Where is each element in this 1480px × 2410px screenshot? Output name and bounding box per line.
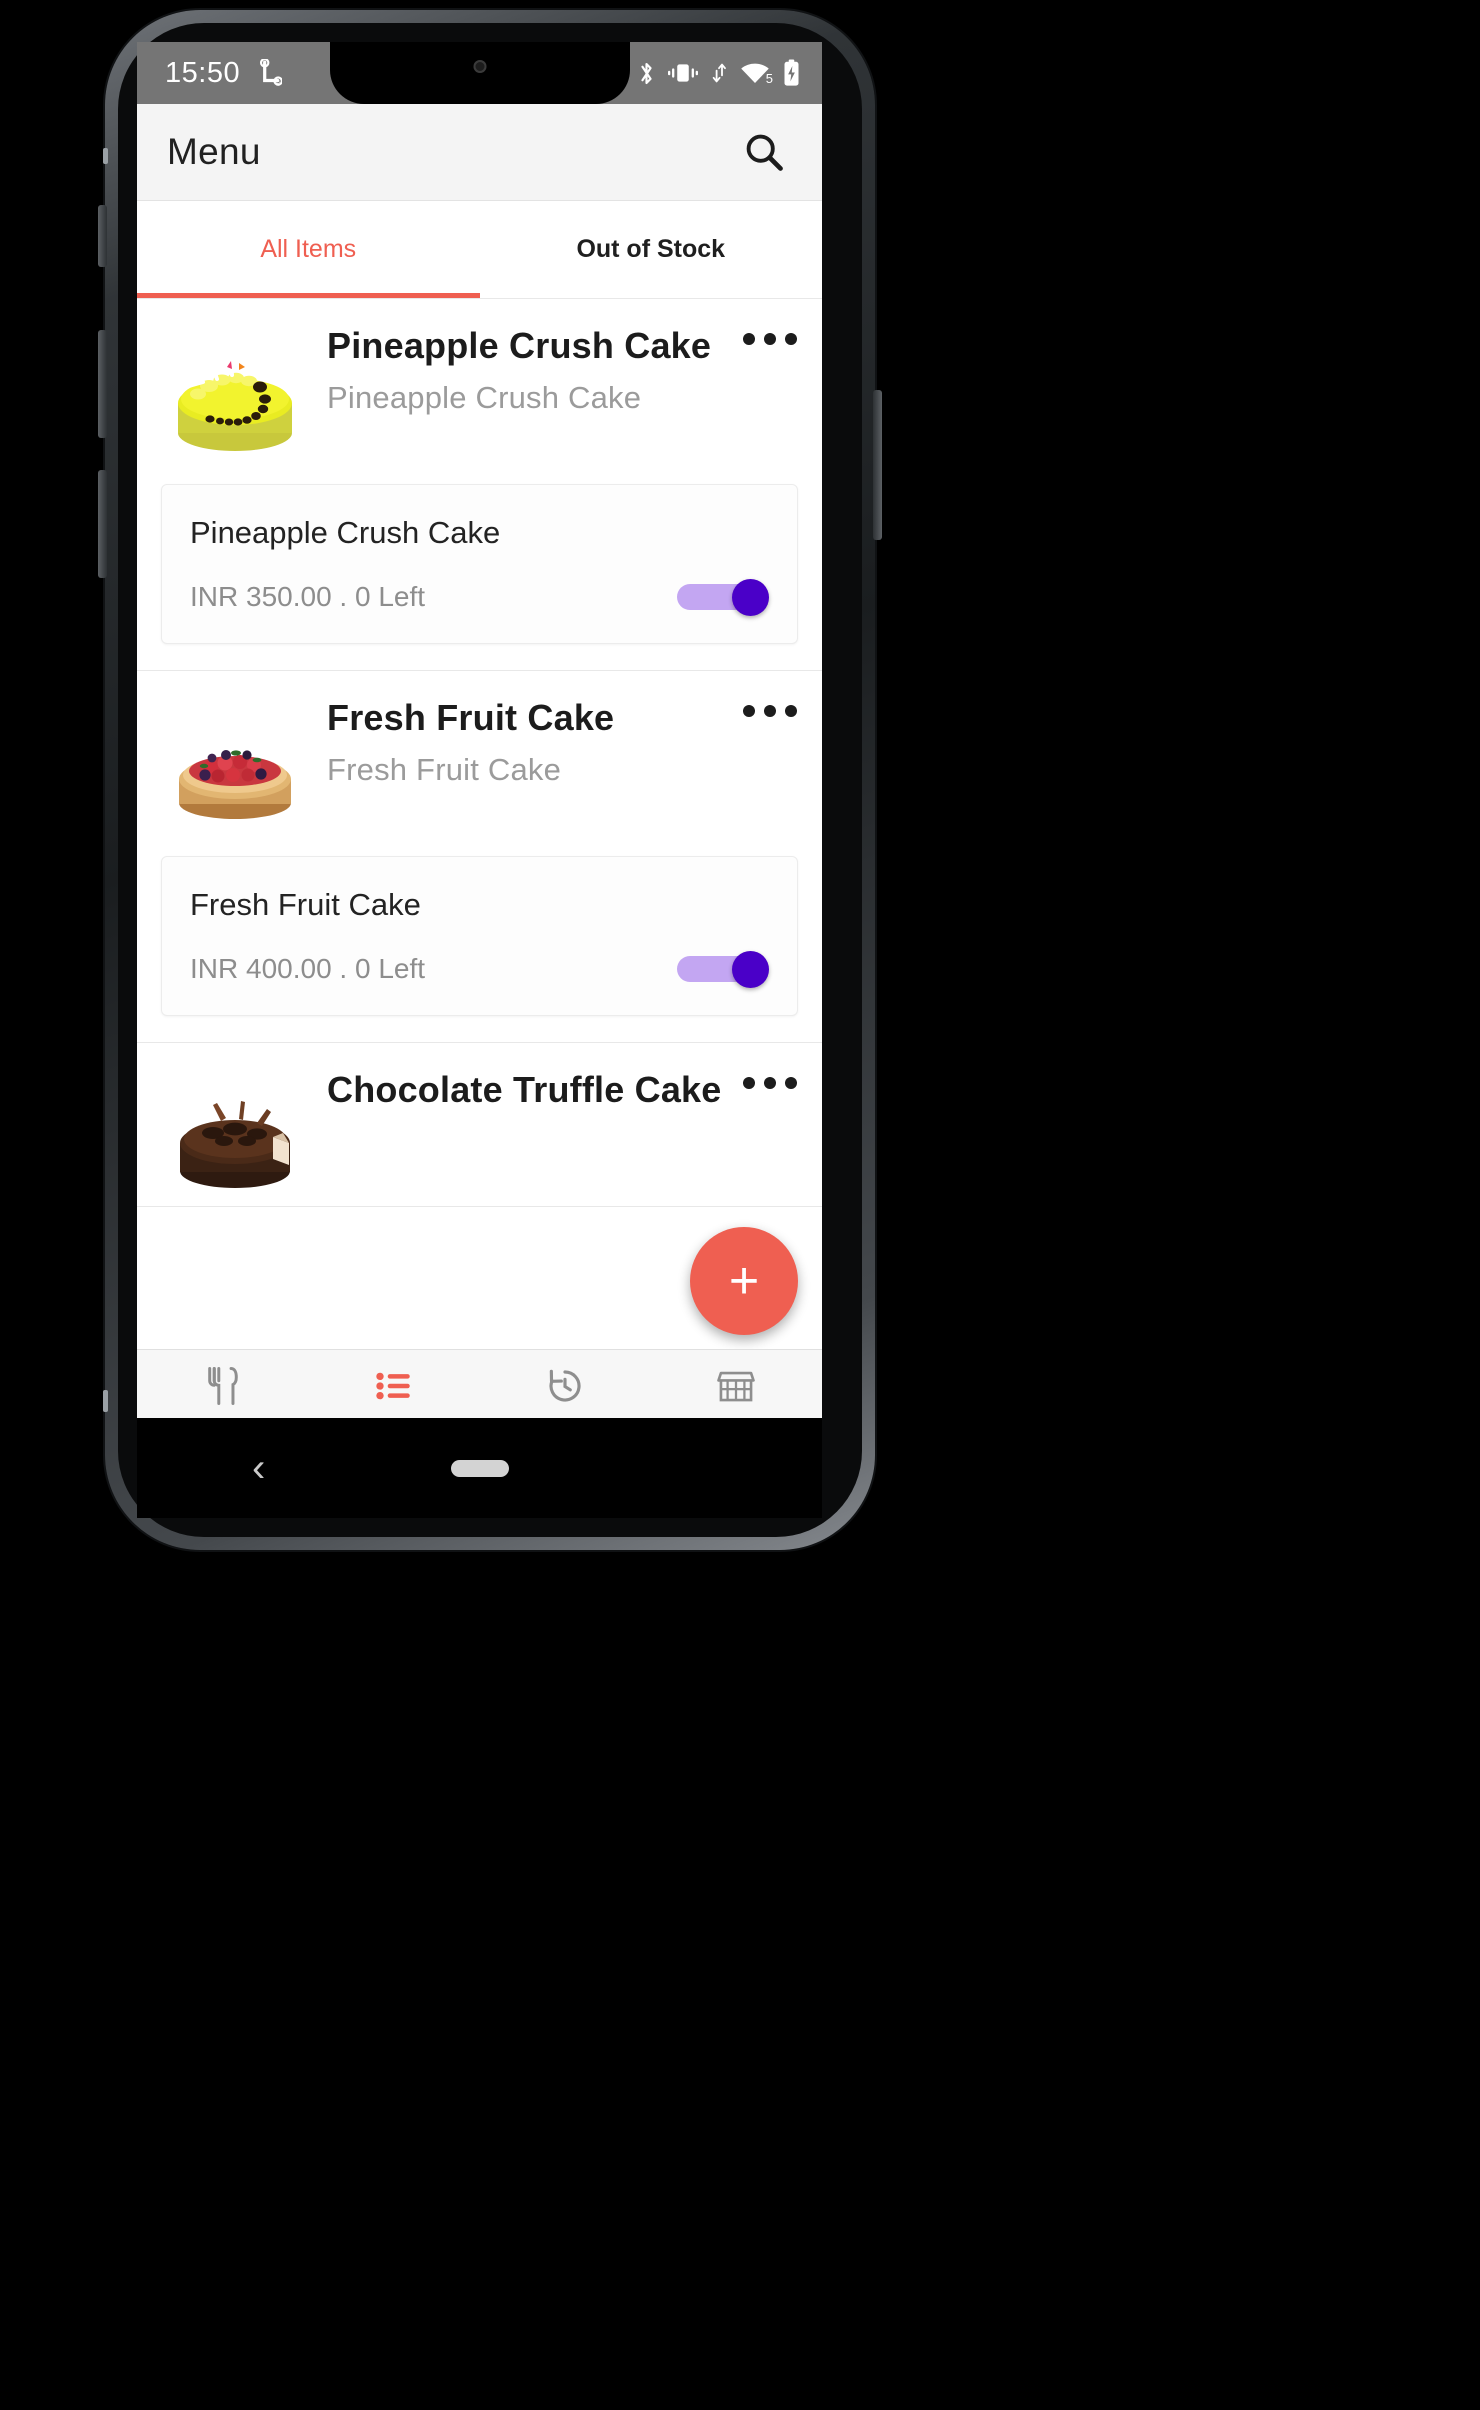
android-system-navigation: ‹ [137, 1418, 822, 1518]
phone-screen: 15:50 A B 5 Menu All Items Out of Stock … [137, 42, 822, 1418]
menu-item-row[interactable]: Chocolate Truffle Cake [137, 1043, 822, 1207]
add-item-fab[interactable]: + [690, 1227, 798, 1335]
tab-out-of-stock-label: Out of Stock [576, 235, 726, 263]
battery-charging-icon [783, 59, 800, 87]
variant-name: Fresh Fruit Cake [190, 887, 421, 922]
phone-button-volume-down[interactable] [98, 470, 107, 578]
nav-item-past[interactable]: Past [480, 1365, 651, 1418]
history-icon [544, 1365, 586, 1407]
nav-item-orders[interactable]: Orders [137, 1365, 308, 1418]
variant-row: INR 400.00 . 0 Left [190, 951, 769, 988]
menu-item-text: Fresh Fruit Cake Fresh Fruit Cake [309, 695, 742, 788]
tab-all-items-label: All Items [260, 235, 357, 263]
svg-text:A: A [263, 61, 267, 67]
variant-name: Pineapple Crush Cake [190, 515, 501, 550]
data-transfer-icon [711, 61, 727, 85]
chocolate-truffle-cake-photo [161, 1081, 309, 1206]
vibrate-icon [668, 61, 698, 85]
menu-item-header: Chocolate Truffle Cake [137, 1051, 822, 1206]
menu-item-header: Pineapple Crush Cake Pineapple Crush Cak… [137, 307, 822, 462]
bluetooth-icon [638, 60, 655, 87]
menu-item-overflow-button[interactable] [742, 1067, 798, 1089]
status-bar-right: 5 [638, 42, 800, 104]
wifi-band-label: 5 [765, 71, 773, 86]
phone-button-volume-up[interactable] [98, 330, 107, 438]
chassis-antenna-line-bottom [103, 1390, 108, 1412]
fresh-fruit-cake-photo [161, 709, 309, 834]
storefront-icon [715, 1365, 757, 1407]
nav-item-menu[interactable]: Menu [308, 1365, 479, 1418]
more-options-icon [743, 1077, 797, 1089]
menu-item-name: Fresh Fruit Cake [327, 697, 615, 738]
svg-text:B: B [276, 79, 280, 85]
menu-item-text: Chocolate Truffle Cake [309, 1067, 742, 1114]
screenshot-stage: 15:50 A B 5 Menu All Items Out of Stock … [0, 0, 1480, 2410]
tab-all-items[interactable]: All Items [137, 201, 480, 298]
menu-item-overflow-button[interactable] [742, 323, 798, 345]
more-options-icon [743, 333, 797, 345]
variant-meta: INR 350.00 . 0 Left [190, 581, 426, 612]
pineapple-crush-cake-photo [161, 337, 309, 462]
toggle-knob [732, 579, 769, 616]
menu-item-list[interactable]: Pineapple Crush Cake Pineapple Crush Cak… [137, 299, 822, 1349]
phone-button-power[interactable] [873, 390, 882, 540]
search-icon[interactable] [736, 124, 792, 180]
menu-item-text: Pineapple Crush Cake Pineapple Crush Cak… [309, 323, 742, 416]
status-bar-left: 15:50 A B [137, 56, 283, 90]
display-notch [329, 42, 630, 104]
plus-icon: + [728, 1252, 760, 1310]
chevron-left-icon[interactable]: ‹ [252, 1446, 265, 1491]
variant-availability-toggle[interactable] [677, 579, 769, 616]
variant-availability-toggle[interactable] [677, 951, 769, 988]
menu-item-overflow-button[interactable] [742, 695, 798, 717]
status-bar-clock: 15:50 [165, 56, 241, 89]
location-sharing-icon: A B [256, 59, 283, 87]
home-pill[interactable] [450, 1459, 509, 1477]
menu-item-description: Fresh Fruit Cake [327, 751, 562, 787]
menu-item-variant-card[interactable]: Fresh Fruit Cake INR 400.00 . 0 Left [161, 856, 798, 1016]
menu-item-name: Chocolate Truffle Cake [327, 1069, 722, 1110]
more-options-icon [743, 705, 797, 717]
variant-meta: INR 400.00 . 0 Left [190, 953, 426, 984]
tab-bar: All Items Out of Stock [137, 201, 822, 299]
wifi-icon: 5 [740, 61, 773, 86]
chassis-antenna-line-left [103, 148, 108, 164]
bottom-navigation: Orders Menu [137, 1349, 822, 1418]
menu-item-variant-card[interactable]: Pineapple Crush Cake INR 350.00 . 0 Left [161, 484, 798, 644]
menu-item-name: Pineapple Crush Cake [327, 325, 712, 366]
menu-item-header: Fresh Fruit Cake Fresh Fruit Cake [137, 679, 822, 834]
variant-row: INR 350.00 . 0 Left [190, 579, 769, 616]
nav-item-settings[interactable]: Settings [651, 1365, 822, 1418]
phone-button-silent[interactable] [98, 205, 107, 267]
page-title: Menu [167, 131, 261, 172]
cutlery-icon [202, 1365, 244, 1407]
menu-item-row[interactable]: Pineapple Crush Cake Pineapple Crush Cak… [137, 299, 822, 671]
tab-out-of-stock[interactable]: Out of Stock [480, 201, 823, 298]
menu-item-description: Pineapple Crush Cake [327, 379, 642, 415]
menu-item-row[interactable]: Fresh Fruit Cake Fresh Fruit Cake Fresh … [137, 671, 822, 1043]
toggle-knob [732, 951, 769, 988]
list-icon [373, 1365, 415, 1407]
app-bar: Menu [137, 104, 822, 201]
status-bar: 15:50 A B 5 [137, 42, 822, 104]
